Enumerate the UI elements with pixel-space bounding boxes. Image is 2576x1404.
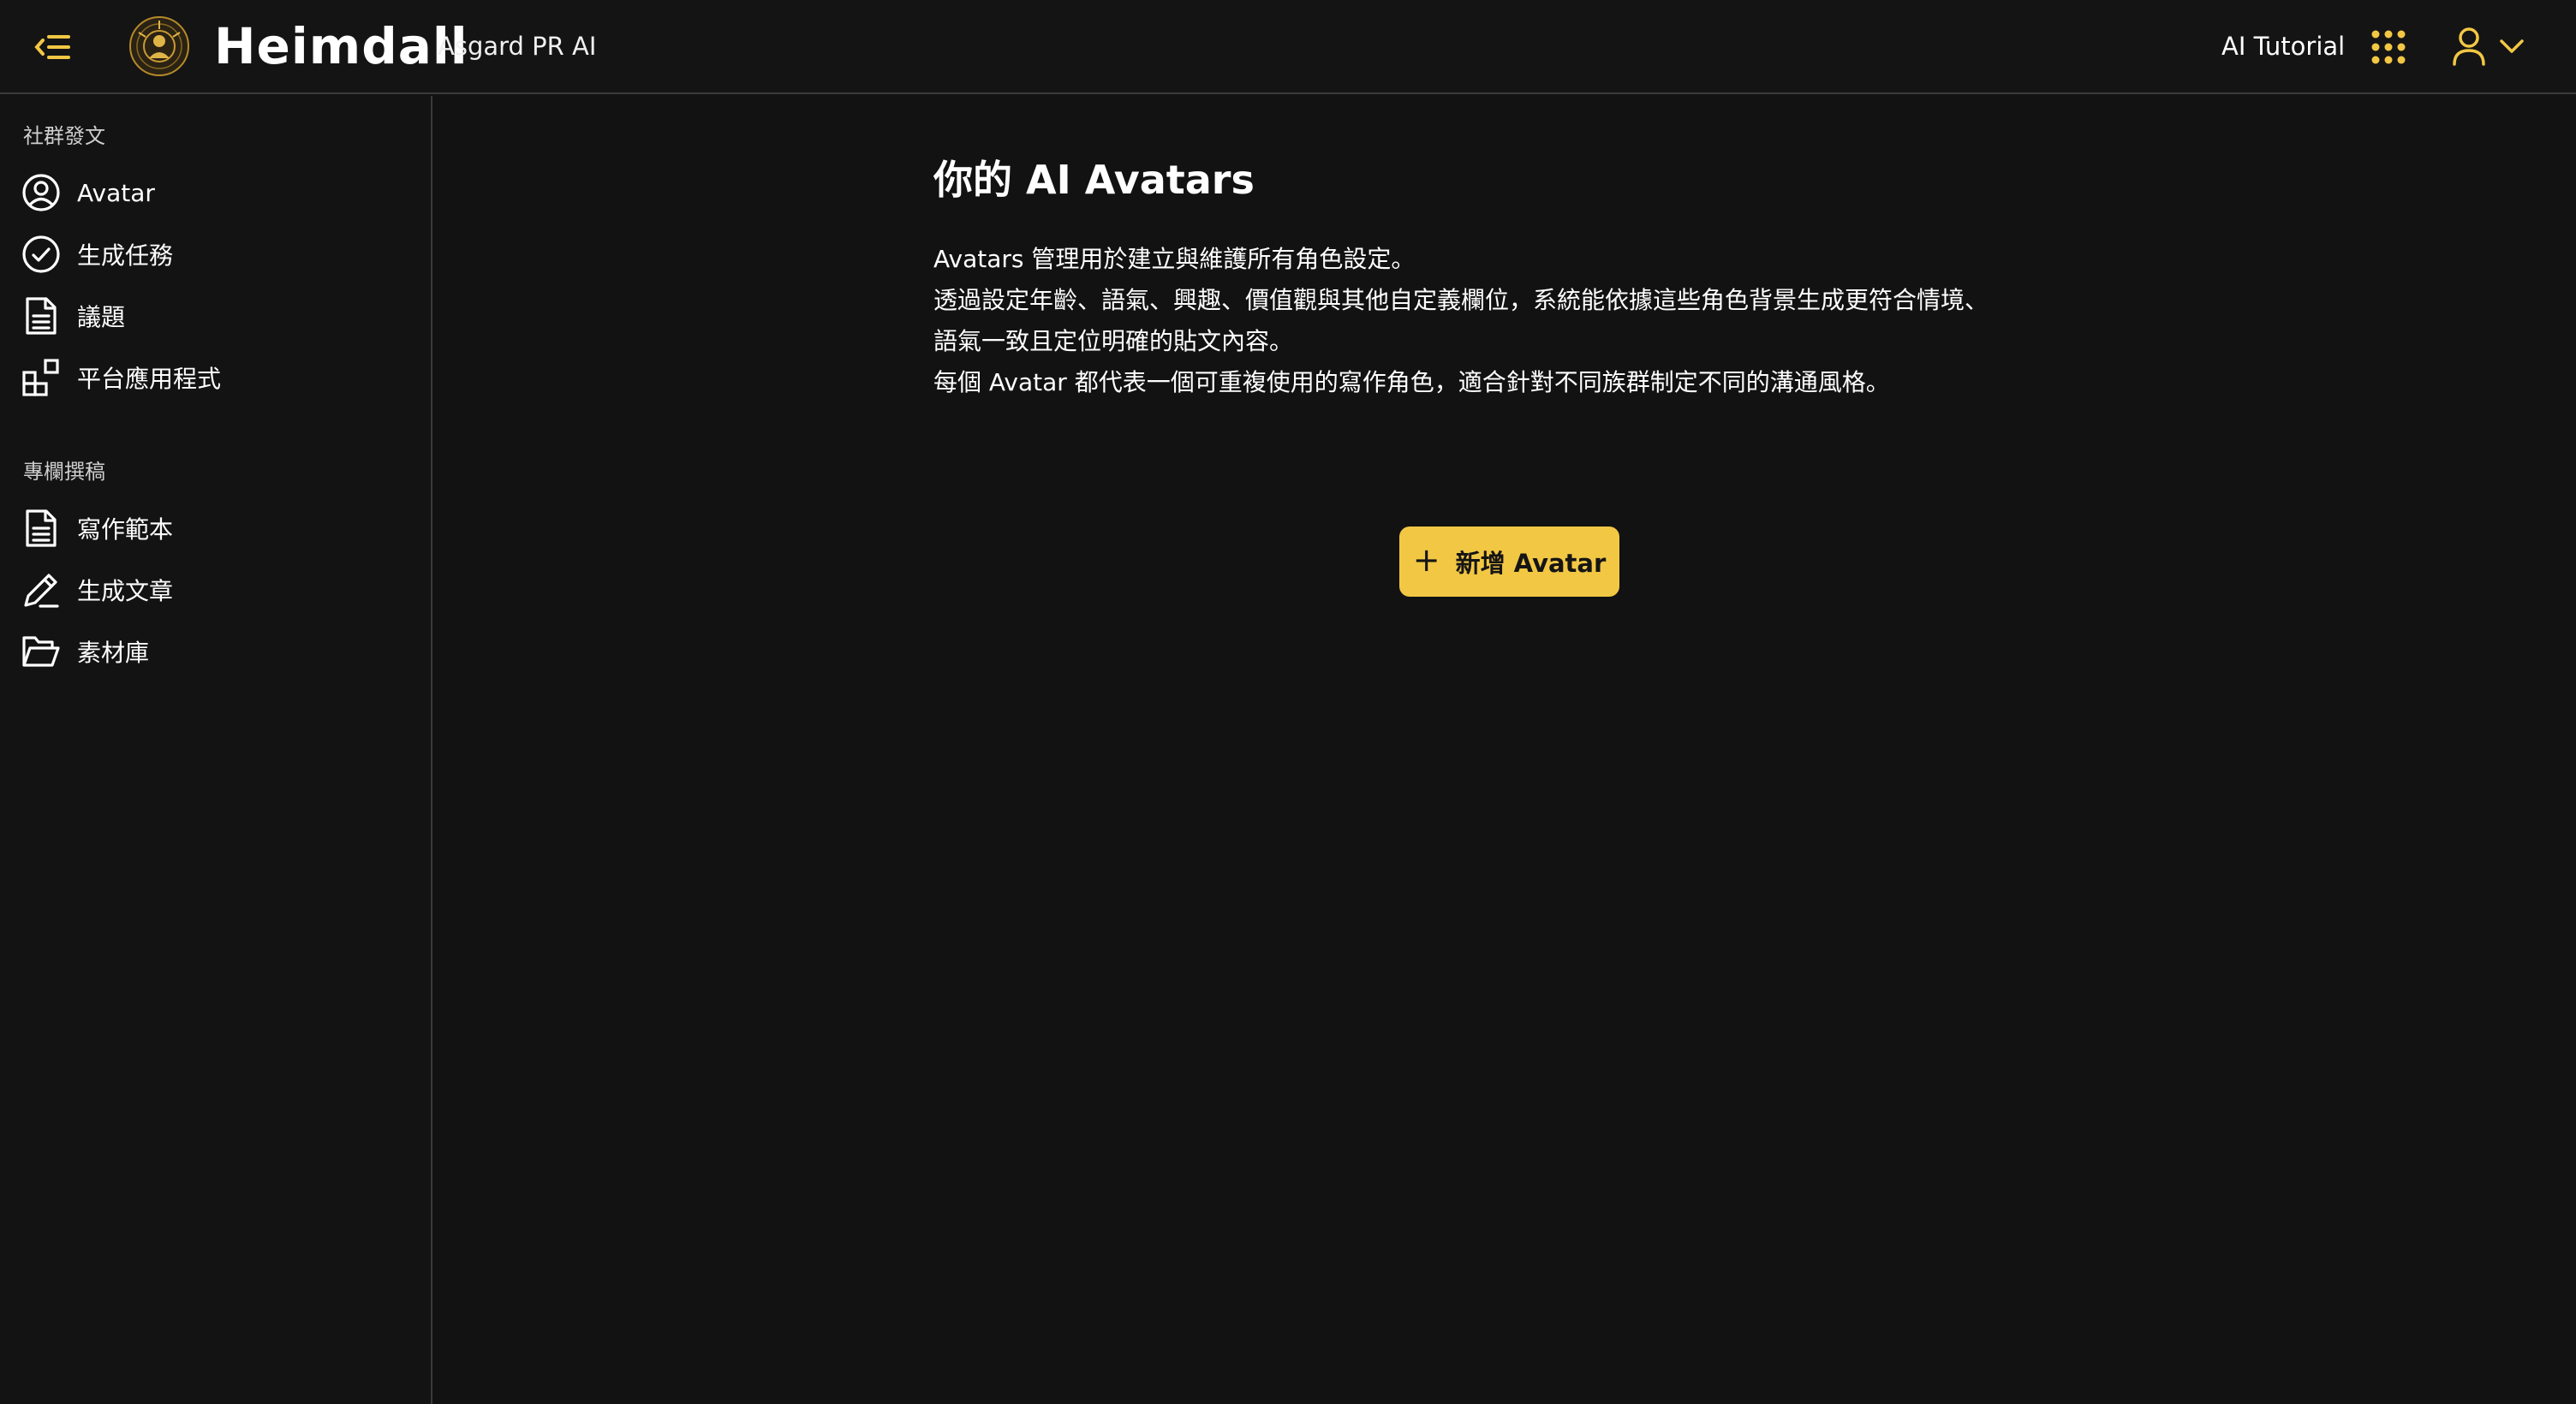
heimdall-logo[interactable] [128, 15, 190, 77]
app-root: Heimdall Asgard PR AI AI Tutorial 社群發文 A… [0, 0, 2576, 1404]
sidebar-item-generate-article[interactable]: 生成文章 [21, 566, 414, 614]
sidebar-item-label: 議題 [77, 303, 126, 331]
user-icon [2453, 27, 2485, 66]
chevron-down-icon [2500, 39, 2524, 53]
apps-grid-icon [2371, 30, 2406, 64]
sidebar-item-label: 寫作範本 [77, 515, 174, 544]
document-icon [21, 508, 62, 549]
sidebar-item-label: Avatar [77, 178, 155, 207]
apps-menu-button[interactable] [2370, 29, 2406, 65]
sidebar-section-column: 專欄撰稿 [23, 460, 105, 484]
description-line: 每個 Avatar 都代表一個可重複使用的寫作角色，適合針對不同族群制定不同的溝… [933, 368, 1890, 396]
page-title: 你的 AI Avatars [933, 157, 1255, 203]
description-line: Avatars 管理用於建立與維護所有角色設定。 [933, 245, 1416, 273]
main-content: 你的 AI Avatars Avatars 管理用於建立與維護所有角色設定。 透… [434, 96, 2576, 1404]
sidebar-item-label: 素材庫 [77, 639, 150, 667]
sidebar-item-platform-apps[interactable]: 平台應用程式 [21, 354, 414, 402]
sidebar-section-social: 社群發文 [23, 124, 105, 148]
plus-icon: + [1412, 541, 1440, 579]
top-header: Heimdall Asgard PR AI AI Tutorial [0, 0, 2576, 94]
sidebar-item-avatar[interactable]: Avatar [21, 169, 414, 217]
user-menu-button[interactable] [2451, 24, 2545, 68]
sidebar-item-asset-library[interactable]: 素材庫 [21, 628, 414, 675]
pencil-icon [21, 569, 62, 610]
description-line: 語氣一致且定位明確的貼文內容。 [933, 327, 1294, 355]
brand-name: Heimdall [214, 17, 468, 75]
add-avatar-button[interactable]: + 新增 Avatar [1399, 526, 1619, 597]
user-circle-icon [21, 172, 62, 213]
sidebar-item-tasks[interactable]: 生成任務 [21, 230, 414, 278]
apps-icon [21, 357, 62, 398]
document-icon [21, 295, 62, 336]
check-circle-icon [21, 234, 62, 275]
sidebar: 社群發文 Avatar 生成任務 議題 平台應用程式 專欄撰稿 寫作範本 生成文… [0, 96, 432, 1404]
sidebar-item-topics[interactable]: 議題 [21, 292, 414, 340]
sidebar-item-label: 生成文章 [77, 577, 174, 605]
collapse-sidebar-button[interactable] [33, 27, 74, 68]
ai-tutorial-link[interactable]: AI Tutorial [2221, 29, 2345, 63]
sidebar-item-label: 平台應用程式 [77, 365, 222, 393]
folder-open-icon [21, 631, 62, 672]
collapse-sidebar-icon [34, 35, 70, 59]
sidebar-item-templates[interactable]: 寫作範本 [21, 504, 414, 552]
add-avatar-label: 新增 Avatar [1455, 549, 1607, 578]
sidebar-item-label: 生成任務 [77, 241, 174, 270]
description-line: 透過設定年齡、語氣、興趣、價值觀與其他自定義欄位，系統能依據這些角色背景生成更符… [933, 286, 1989, 314]
brand-subtitle: Asgard PR AI [438, 32, 597, 61]
